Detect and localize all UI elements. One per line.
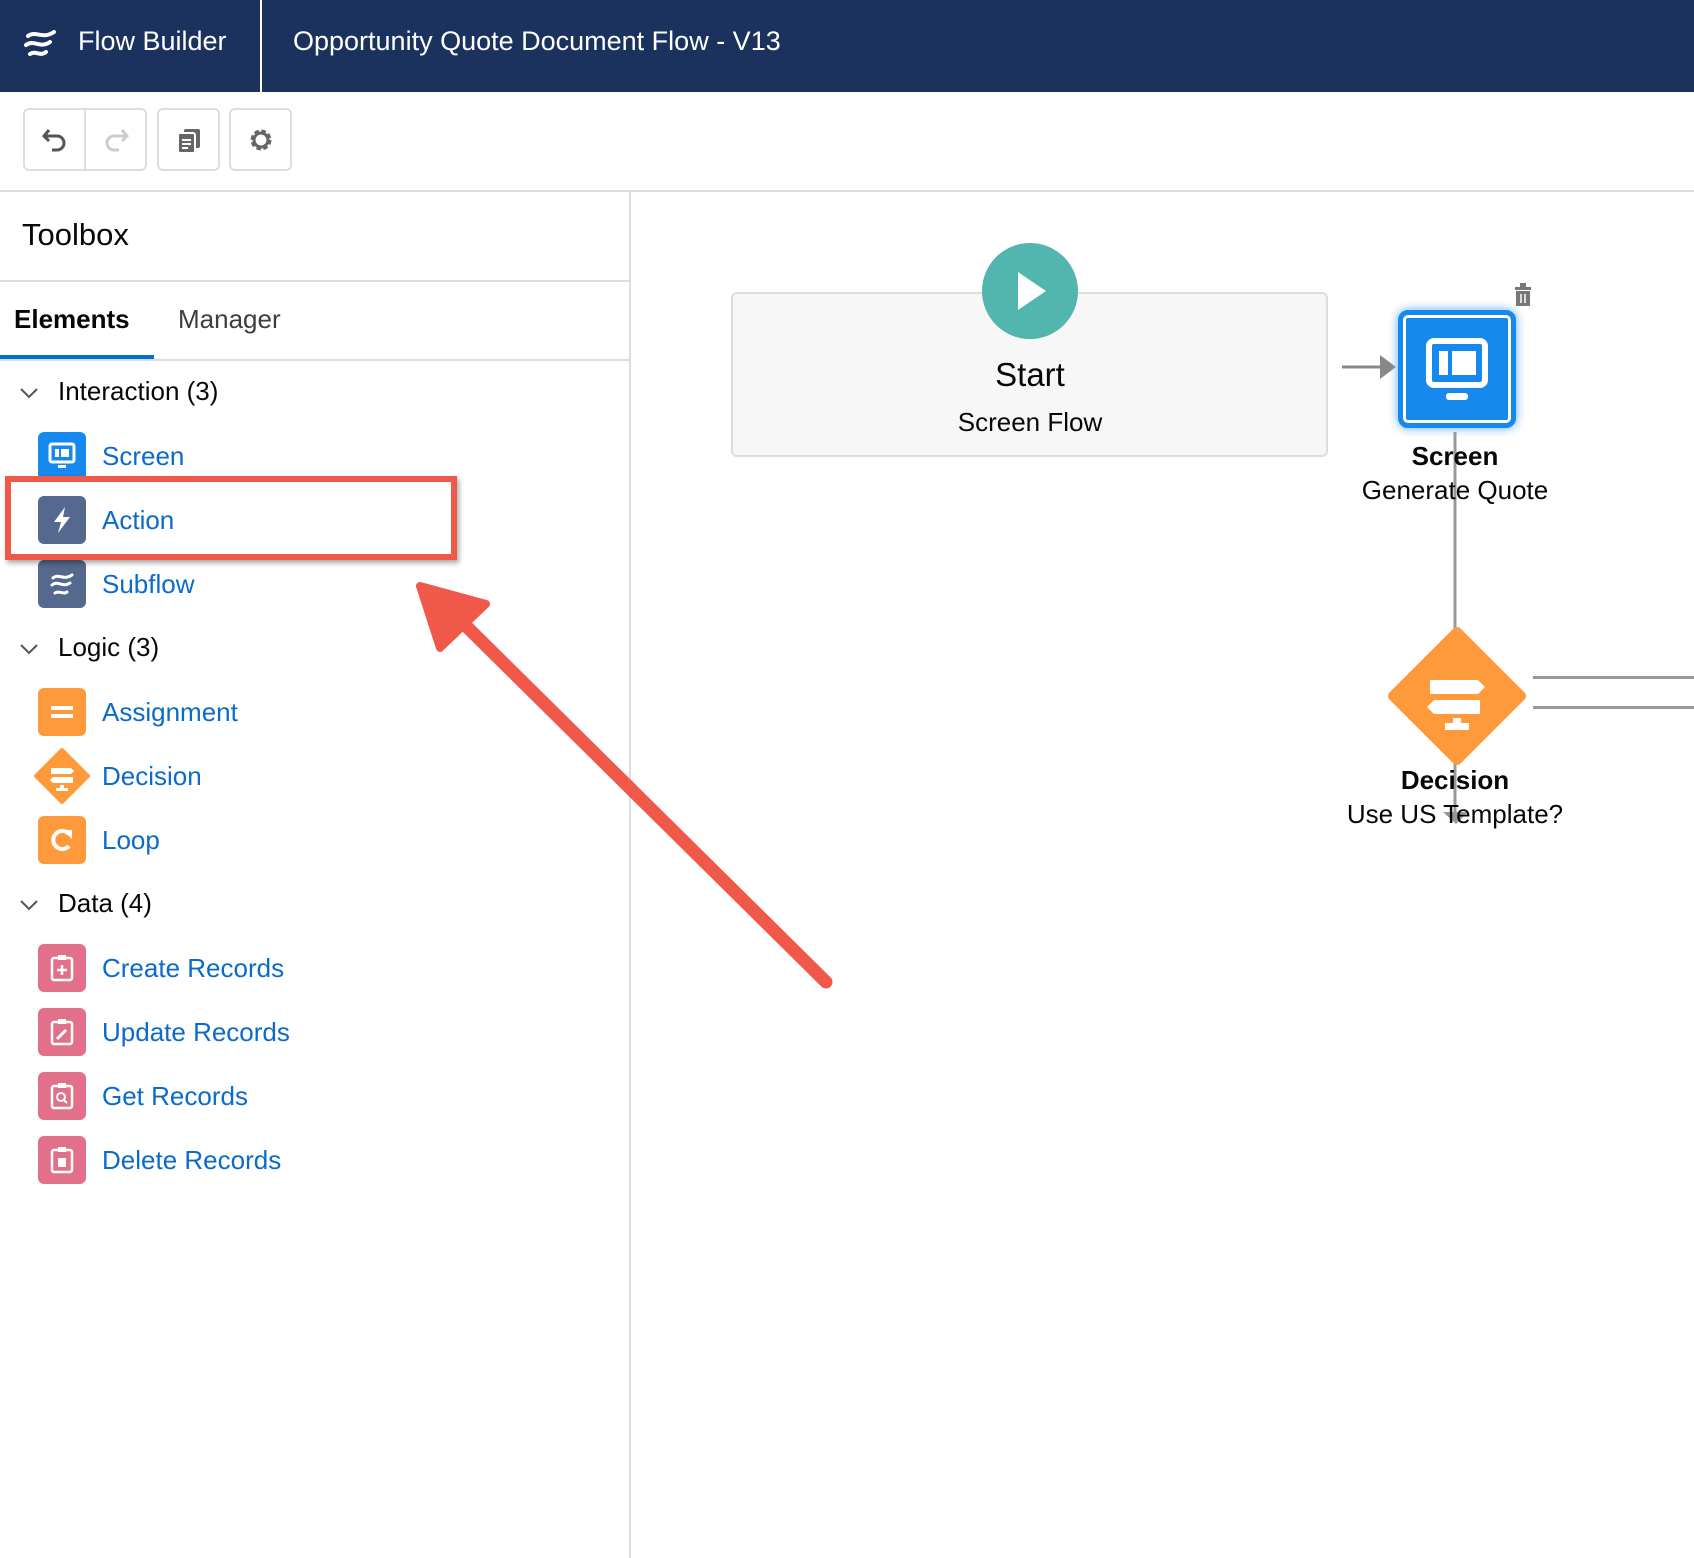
start-node-subtitle: Screen Flow	[957, 407, 1103, 437]
toolbox-item-get-records[interactable]: Get Records	[38, 1072, 248, 1120]
record-update-icon	[38, 1008, 86, 1056]
app-name: Flow Builder	[78, 26, 227, 56]
undo-icon	[41, 128, 65, 151]
copy-button[interactable]	[157, 108, 220, 171]
decision-node-label: Use US Template?	[1346, 799, 1564, 829]
toolbox-item-update-records[interactable]: Update Records	[38, 1008, 290, 1056]
screen-node[interactable]	[1398, 310, 1516, 428]
section-interaction[interactable]: Interaction (3)	[18, 376, 218, 407]
flow-canvas[interactable]: Start Screen Flow Screen Generate Quote …	[633, 192, 1694, 1558]
screen-node-label: Generate Quote	[1361, 475, 1549, 505]
flow-icon	[38, 560, 86, 608]
assignment-icon	[38, 688, 86, 736]
connector-line	[1533, 706, 1694, 709]
chevron-down-icon	[20, 643, 38, 654]
section-logic[interactable]: Logic (3)	[18, 632, 159, 663]
chevron-down-icon	[20, 899, 38, 910]
gear-icon	[250, 129, 271, 150]
tab-manager[interactable]: Manager	[178, 304, 281, 335]
section-data[interactable]: Data (4)	[18, 888, 152, 919]
divider	[0, 280, 629, 282]
flow-title: Opportunity Quote Document Flow - V13	[293, 26, 781, 56]
toolbox-item-screen[interactable]: Screen	[38, 432, 184, 480]
redo-icon	[105, 128, 129, 151]
trash-icon[interactable]	[1512, 282, 1534, 308]
chevron-down-icon	[20, 387, 38, 398]
decision-icon	[34, 748, 90, 804]
header-divider	[260, 0, 262, 92]
record-delete-icon	[38, 1136, 86, 1184]
undo-button[interactable]	[23, 108, 86, 171]
connector-line	[1533, 676, 1694, 679]
flow-builder-logo-icon	[24, 30, 56, 56]
record-create-icon	[38, 944, 86, 992]
divider	[0, 359, 629, 361]
redo-button[interactable]	[84, 108, 147, 171]
toolbox-panel: Toolbox Elements Manager Interaction (3)…	[0, 192, 631, 1558]
app-header: Flow Builder Opportunity Quote Document …	[0, 0, 1694, 92]
toolbox-item-subflow[interactable]: Subflow	[38, 560, 195, 608]
toolbox-title: Toolbox	[22, 217, 129, 252]
connector-arrow	[1342, 355, 1396, 379]
toolbox-item-delete-records[interactable]: Delete Records	[38, 1136, 281, 1184]
copy-icon	[176, 128, 200, 154]
settings-button[interactable]	[229, 108, 292, 171]
tab-elements[interactable]: Elements	[14, 304, 130, 335]
toolbox-item-loop[interactable]: Loop	[38, 816, 160, 864]
toolbox-item-create-records[interactable]: Create Records	[38, 944, 284, 992]
screen-icon	[38, 432, 86, 480]
highlight-box	[5, 476, 457, 560]
screen-node-type: Screen	[1411, 441, 1499, 471]
record-lookup-icon	[38, 1072, 86, 1120]
decision-node-type: Decision	[1400, 765, 1510, 795]
screen-icon	[1426, 338, 1488, 400]
start-node-title: Start	[995, 356, 1065, 393]
toolbar	[0, 92, 1694, 192]
toolbox-item-decision[interactable]: Decision	[34, 748, 202, 804]
play-icon	[982, 243, 1078, 339]
loop-icon	[38, 816, 86, 864]
toolbox-item-assignment[interactable]: Assignment	[38, 688, 238, 736]
decision-node[interactable]	[1387, 626, 1527, 766]
